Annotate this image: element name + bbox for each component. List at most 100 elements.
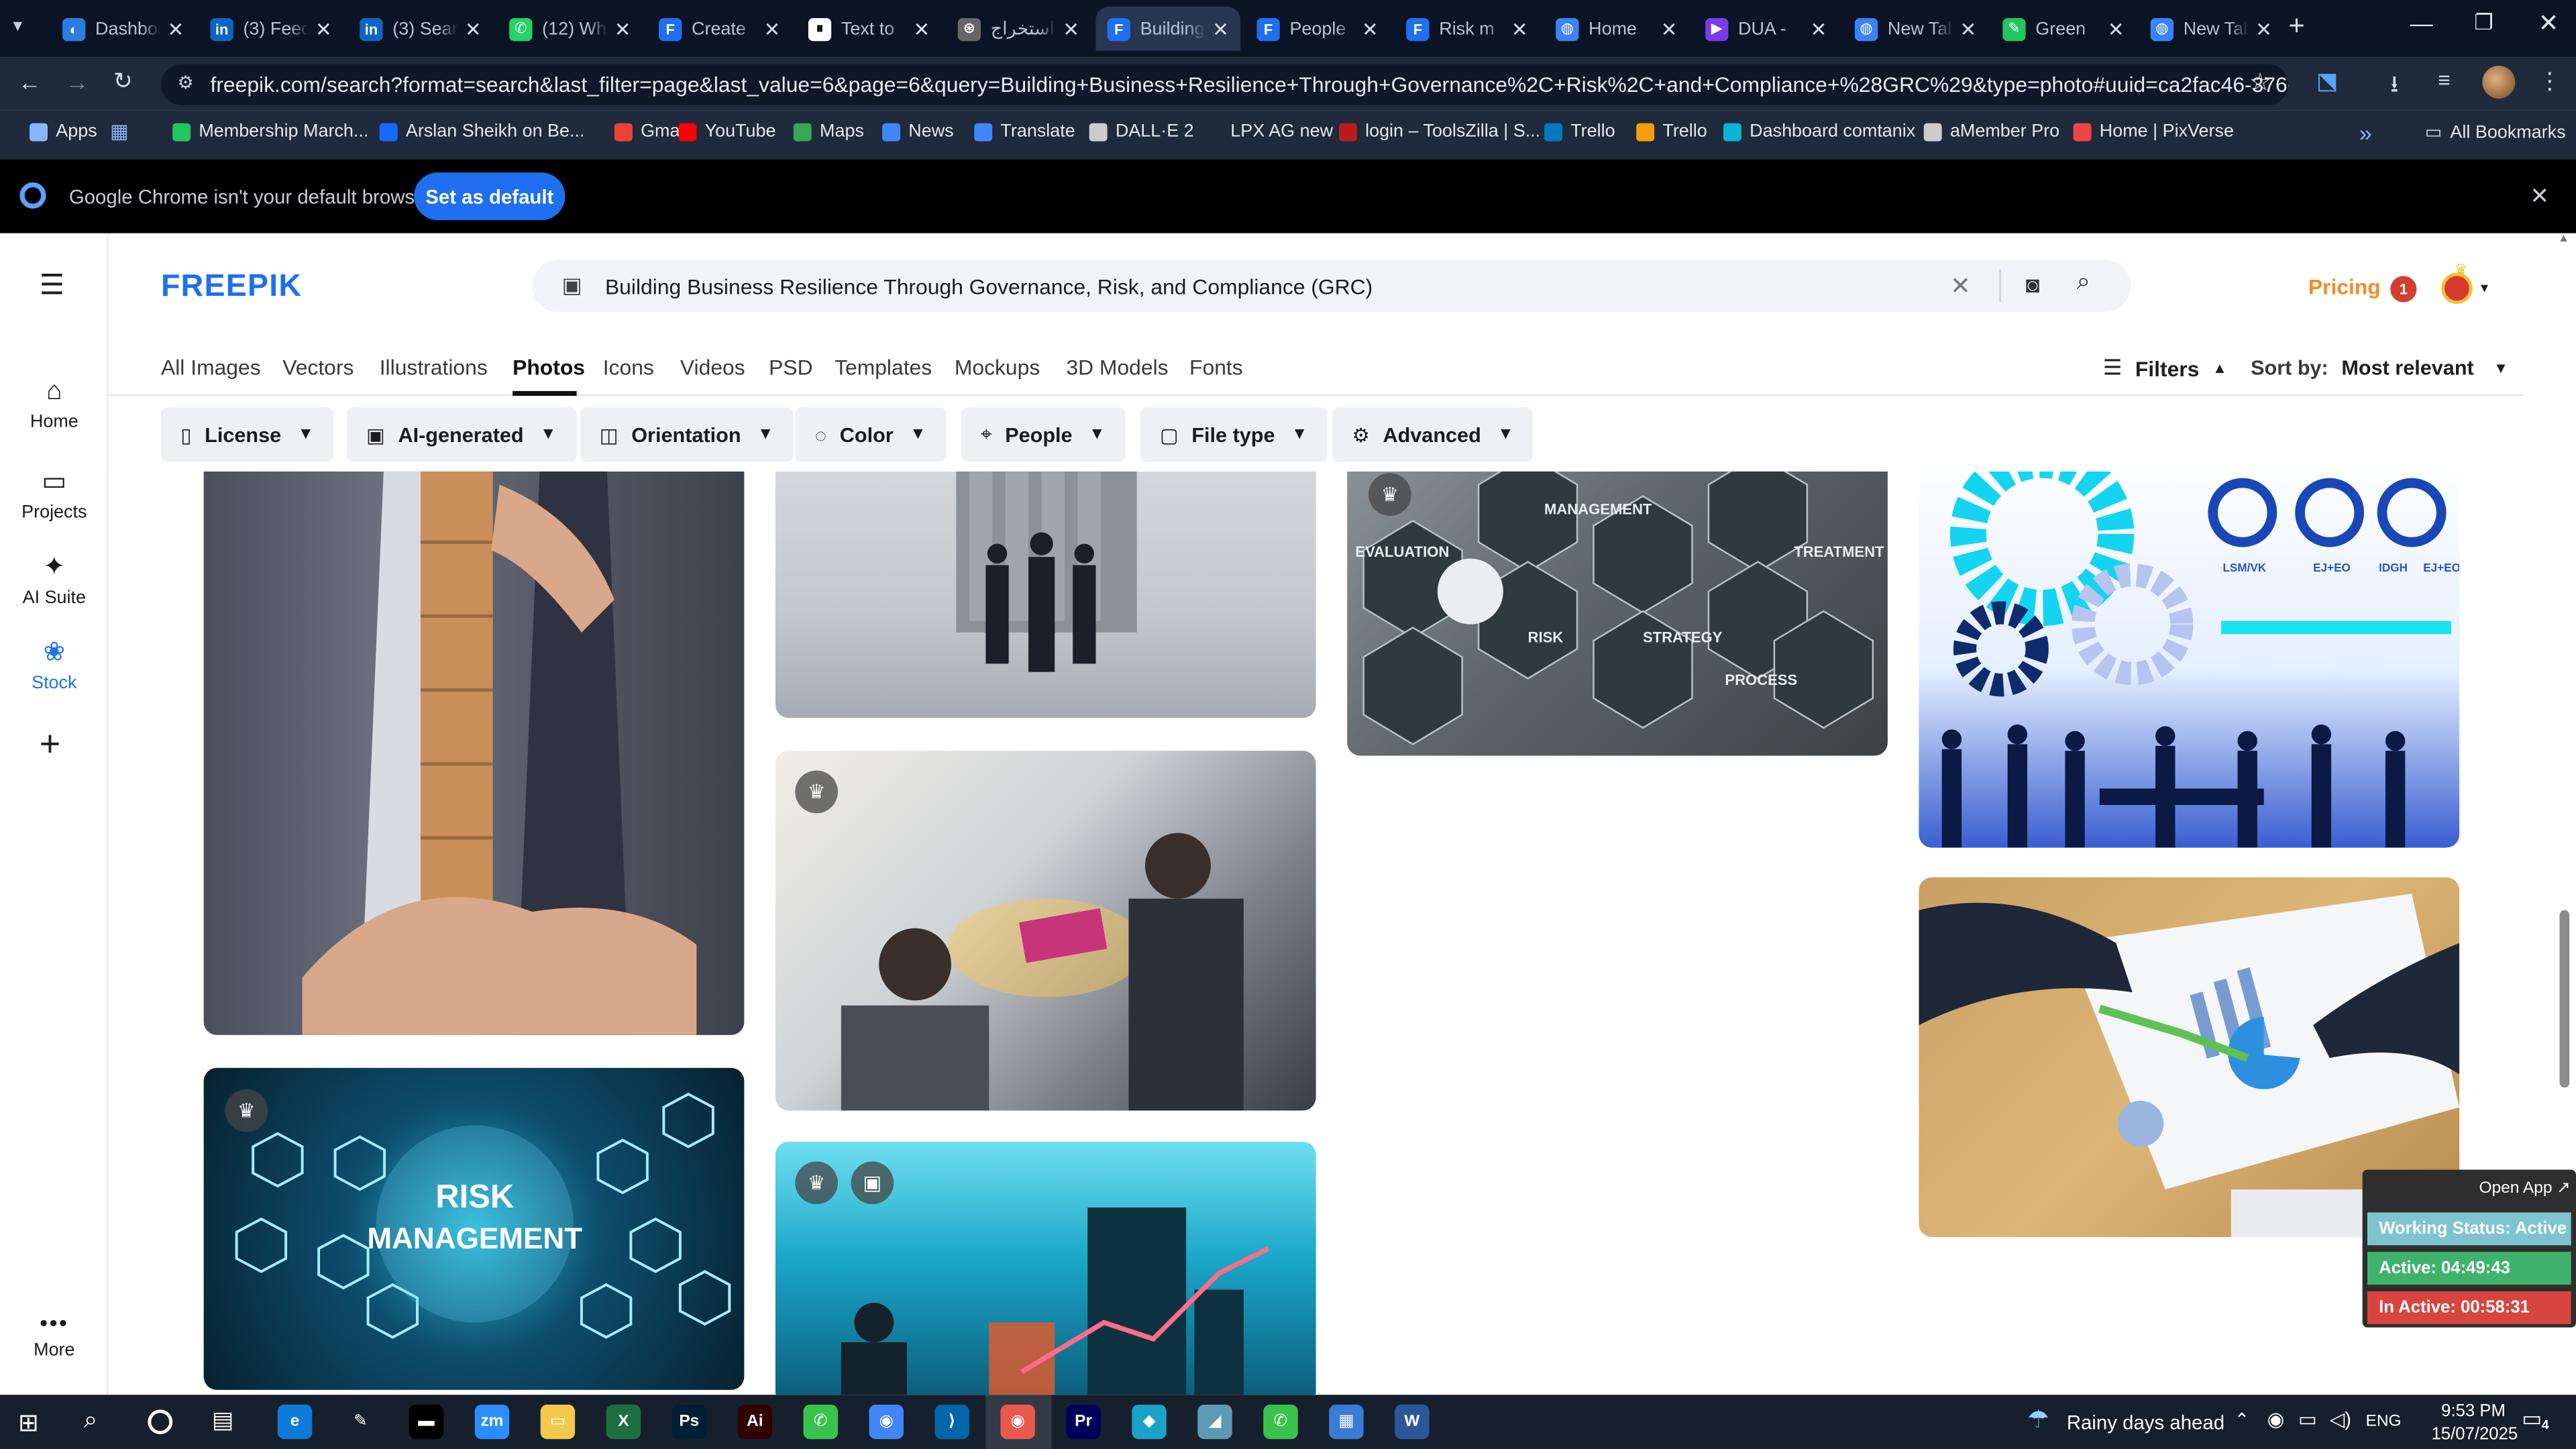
file-explorer-icon[interactable]: ▭: [540, 1404, 576, 1440]
image-card-business-team[interactable]: [775, 471, 1316, 718]
tab-close-icon[interactable]: ✕: [614, 17, 631, 40]
tab-10[interactable]: ◍ Home ✕: [1544, 7, 1689, 51]
download-icon[interactable]: ⭳: [2390, 67, 2398, 107]
sort-dropdown[interactable]: Sort by: Most relevant ▼: [2251, 356, 2508, 379]
filter-file-type[interactable]: ▢ File type ▼: [1140, 407, 1328, 462]
chrome-menu-icon[interactable]: ⋮: [2538, 67, 2561, 95]
tab-mockups[interactable]: Mockups: [955, 355, 1040, 380]
language-indicator[interactable]: ENG: [2366, 1413, 2402, 1431]
tab-close-icon[interactable]: ✕: [764, 17, 781, 40]
phone-icon-2[interactable]: ✆: [1263, 1404, 1298, 1440]
tab-3d-models[interactable]: 3D Models: [1066, 355, 1168, 380]
extension-icon[interactable]: ⬔: [2316, 67, 2338, 95]
tab-12[interactable]: ◍ New Tab ✕: [1843, 7, 1988, 51]
sidebar-item-ai-suite[interactable]: ✦ AI Suite: [0, 550, 109, 608]
bookmark-item[interactable]: Translate: [974, 121, 1075, 142]
camera-search-icon[interactable]: ◙: [2026, 271, 2040, 297]
infobar-close-icon[interactable]: ✕: [2530, 182, 2549, 211]
tab-3[interactable]: ✆ (12) WhatsApp ✕: [498, 7, 643, 51]
filter-advanced[interactable]: ⚙ Advanced ▼: [1332, 407, 1534, 462]
media-control-icon[interactable]: ≡: [2438, 67, 2451, 92]
tab-vectors[interactable]: Vectors: [282, 355, 354, 380]
search-icon[interactable]: ⌕: [2077, 268, 2091, 296]
sidebar-item-home[interactable]: ⌂ Home: [0, 378, 109, 432]
premiere-icon[interactable]: Pr: [1066, 1404, 1101, 1440]
minimize-icon[interactable]: —: [2410, 10, 2433, 36]
bookmark-item[interactable]: Trello: [1544, 121, 1615, 142]
bookmark-item[interactable]: Apps: [30, 121, 97, 142]
calculator-icon[interactable]: ▦: [1329, 1404, 1364, 1440]
tab-close-icon[interactable]: ✕: [1362, 17, 1379, 40]
site-info-icon[interactable]: ⚙: [177, 72, 193, 93]
task-view-icon[interactable]: ▤: [212, 1406, 233, 1434]
image-card-wooden-blocks[interactable]: [203, 471, 745, 1035]
volume-icon[interactable]: ◁): [2330, 1408, 2351, 1431]
edge-icon[interactable]: e: [277, 1404, 313, 1440]
tab-11[interactable]: ▶ DUA - ✕: [1694, 7, 1839, 51]
filter-color[interactable]: ◌ Color ▼: [795, 407, 946, 462]
add-icon[interactable]: +: [40, 723, 60, 766]
apps-grid-icon[interactable]: ▦: [110, 120, 129, 143]
tab-illustrations[interactable]: Illustrations: [380, 355, 488, 380]
tab-14[interactable]: ◍ New Tab ✕: [2139, 7, 2284, 51]
reload-icon[interactable]: ↻: [113, 67, 133, 95]
bookmark-item[interactable]: Gmail: [614, 121, 688, 142]
bookmark-item[interactable]: Home | PixVerse: [2073, 121, 2234, 142]
bookmark-item[interactable]: YouTube: [678, 121, 775, 142]
hamburger-menu-icon[interactable]: ☰: [40, 270, 64, 303]
bookmark-item[interactable]: LPX AG new: [1204, 121, 1333, 142]
freepik-logo[interactable]: FREEPIK: [161, 270, 302, 306]
tab-13[interactable]: ✎ Green ✕: [1991, 7, 2136, 51]
vscode-icon[interactable]: ⟩: [934, 1404, 969, 1440]
tab-close-icon[interactable]: ✕: [1063, 17, 1079, 40]
tab-close-icon[interactable]: ✕: [1212, 17, 1229, 40]
tab-close-icon[interactable]: ✕: [465, 17, 482, 40]
bookmark-item[interactable]: Maps: [793, 121, 864, 142]
bookmark-item[interactable]: Membership March...: [172, 121, 368, 142]
tab-close-icon[interactable]: ✕: [2255, 17, 2272, 40]
terminal-icon[interactable]: ▬: [409, 1404, 444, 1440]
filter-people[interactable]: ⌖ People ▼: [961, 407, 1125, 462]
cortana-icon[interactable]: [148, 1409, 173, 1434]
app-icon[interactable]: ◆: [1132, 1404, 1167, 1440]
clear-search-icon[interactable]: ✕: [1950, 271, 1971, 301]
tab-close-icon[interactable]: ✕: [913, 17, 930, 40]
bookmark-item[interactable]: DALL·E 2: [1089, 121, 1194, 142]
tab-close-icon[interactable]: ✕: [315, 17, 332, 40]
image-card-city-growth[interactable]: ♛ ▣: [775, 1142, 1316, 1395]
clock-time[interactable]: 9:53 PM: [2441, 1401, 2506, 1421]
app-icon-2[interactable]: ◢: [1197, 1404, 1232, 1440]
scrollbar-thumb[interactable]: [2559, 910, 2570, 1088]
windows-start-icon[interactable]: ⊞: [18, 1408, 39, 1438]
new-tab-icon[interactable]: +: [2288, 10, 2304, 43]
illustrator-icon[interactable]: Ai: [737, 1404, 773, 1440]
taskbar-search-icon[interactable]: ⌕: [84, 1406, 98, 1434]
notification-badge[interactable]: 1: [2390, 276, 2417, 303]
photoshop-icon[interactable]: Ps: [672, 1404, 707, 1440]
open-app-link[interactable]: Open App ↗: [2479, 1179, 2571, 1197]
filter-license[interactable]: ▯ License ▼: [161, 407, 334, 462]
tab-videos[interactable]: Videos: [680, 355, 745, 380]
tab-close-icon[interactable]: ✕: [168, 17, 184, 40]
tab-close-icon[interactable]: ✕: [1960, 17, 1976, 40]
clock-date[interactable]: 15/07/2025: [2431, 1424, 2518, 1444]
tray-app-icon[interactable]: ◉: [2267, 1408, 2285, 1431]
tab-icons[interactable]: Icons: [603, 355, 654, 380]
back-icon[interactable]: ←: [18, 69, 41, 95]
tab-close-icon[interactable]: ✕: [1811, 17, 1827, 40]
tab-close-icon[interactable]: ✕: [2108, 17, 2125, 40]
tab-7[interactable]: F Building ✕: [1095, 6, 1240, 51]
bookmark-item[interactable]: login – ToolsZilla | S...: [1338, 121, 1540, 142]
bookmarks-overflow-icon[interactable]: »: [2359, 120, 2372, 146]
restore-icon[interactable]: ❐: [2474, 10, 2493, 36]
tab-5[interactable]: ⏸ Text to ✕: [797, 7, 942, 51]
image-card-gears-dashboard[interactable]: LSM/VK EJ+EO IDGH EJ+EO: [1919, 471, 2460, 848]
search-input[interactable]: Building Business Resilience Through Gov…: [605, 274, 1373, 299]
zoom-icon[interactable]: zm: [474, 1404, 510, 1440]
close-window-icon[interactable]: ✕: [2538, 8, 2559, 38]
tab-1[interactable]: in (3) Feed | LinkedIn ✕: [199, 7, 343, 51]
tab-close-icon[interactable]: ✕: [1661, 17, 1678, 40]
bookmark-item[interactable]: Trello: [1636, 121, 1707, 142]
tab-all-images[interactable]: All Images: [161, 355, 261, 380]
bookmark-item[interactable]: News: [882, 121, 954, 142]
